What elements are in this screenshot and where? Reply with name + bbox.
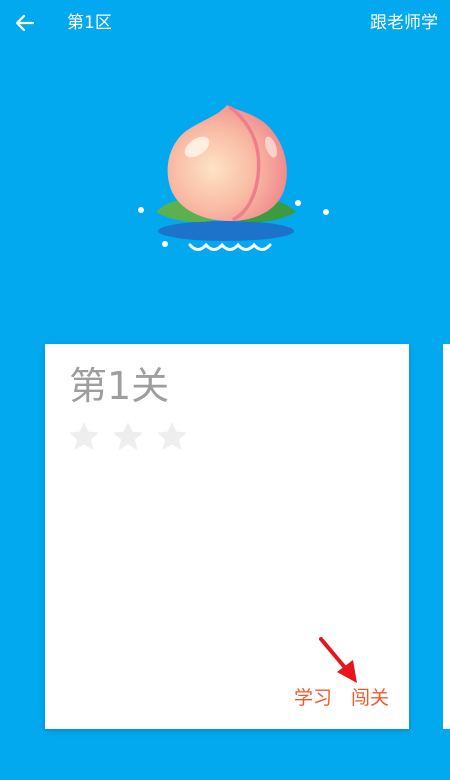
star-icon: [113, 422, 143, 450]
top-bar: 第1区 跟老师学: [0, 0, 450, 48]
follow-teacher-button[interactable]: 跟老师学: [370, 12, 438, 34]
challenge-button[interactable]: 闯关: [351, 686, 389, 710]
peach-icon: [138, 105, 329, 251]
star-icon: [157, 422, 187, 450]
next-level-card[interactable]: [443, 344, 450, 729]
level-title: 第1关: [69, 364, 170, 408]
level-stars: [67, 420, 189, 454]
arrow-left-icon: [15, 14, 35, 32]
card-actions: 学习 闯关: [294, 686, 389, 710]
back-button[interactable]: [8, 6, 42, 40]
red-arrow-icon: [319, 637, 357, 683]
star-icon: [69, 422, 99, 450]
page-title: 第1区: [67, 13, 112, 33]
study-button[interactable]: 学习: [294, 686, 332, 710]
